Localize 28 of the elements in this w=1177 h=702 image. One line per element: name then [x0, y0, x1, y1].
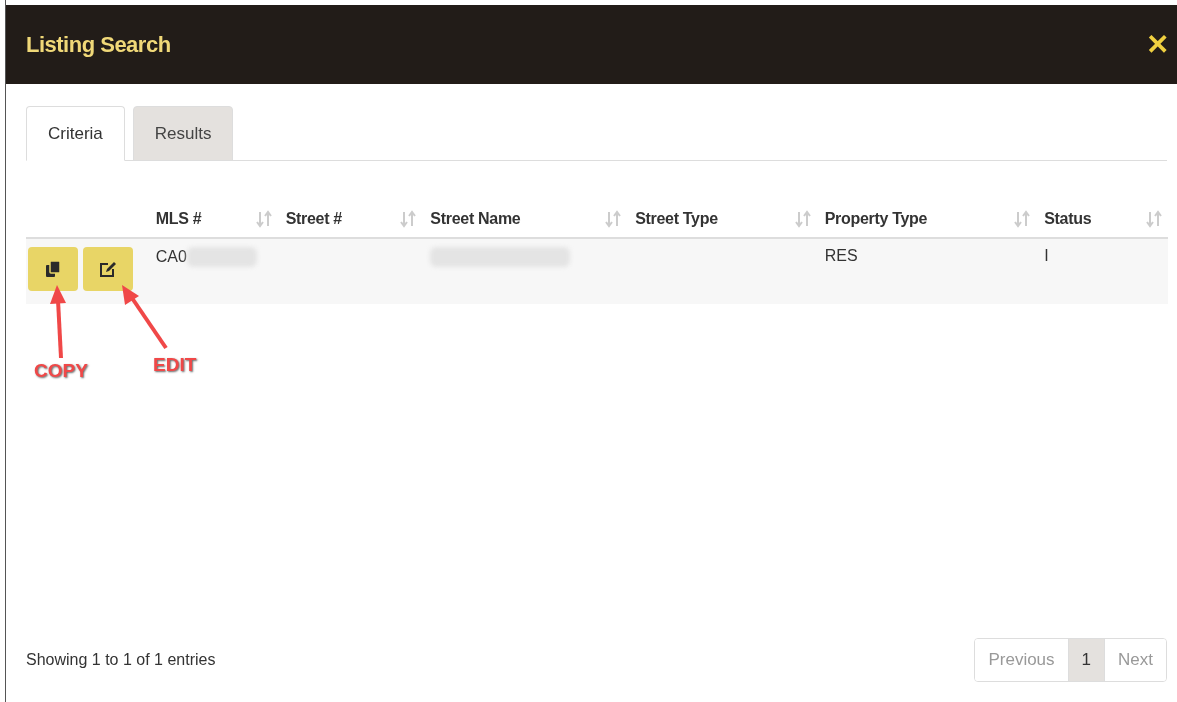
annotation-label: EDIT: [153, 354, 197, 376]
sort-icon[interactable]: [255, 210, 272, 228]
tab[interactable]: Criteria: [26, 106, 125, 161]
tab[interactable]: Results: [132, 106, 234, 161]
sort-icon[interactable]: [794, 210, 811, 228]
entries-info: Showing 1 to 1 of 1 entries: [26, 651, 216, 669]
column-header[interactable]: Street Name: [430, 210, 521, 228]
edit-icon: [99, 261, 117, 277]
table-cell: I: [1044, 247, 1049, 265]
page-button[interactable]: 1: [1067, 639, 1105, 681]
close-button[interactable]: ✕: [1138, 28, 1177, 61]
copy-button[interactable]: [28, 247, 78, 291]
column-header[interactable]: Property Type: [824, 210, 928, 228]
column-header[interactable]: Status: [1044, 210, 1092, 228]
window-title: Listing Search: [26, 31, 171, 58]
arrow: [122, 285, 168, 350]
edit-button[interactable]: [83, 247, 133, 291]
column-header[interactable]: MLS #: [155, 210, 202, 228]
copy-icon: [46, 261, 60, 277]
sort-icon[interactable]: [605, 210, 622, 228]
table-cell: CA0: [155, 248, 187, 266]
column-header[interactable]: Street Type: [635, 210, 718, 228]
annotation-label: COPY: [34, 360, 88, 382]
sort-icon[interactable]: [400, 210, 417, 228]
table-cell: RES: [824, 247, 858, 265]
column-header[interactable]: Street #: [285, 210, 342, 228]
sort-icon[interactable]: [1146, 210, 1162, 228]
sort-icon[interactable]: [1014, 210, 1031, 228]
